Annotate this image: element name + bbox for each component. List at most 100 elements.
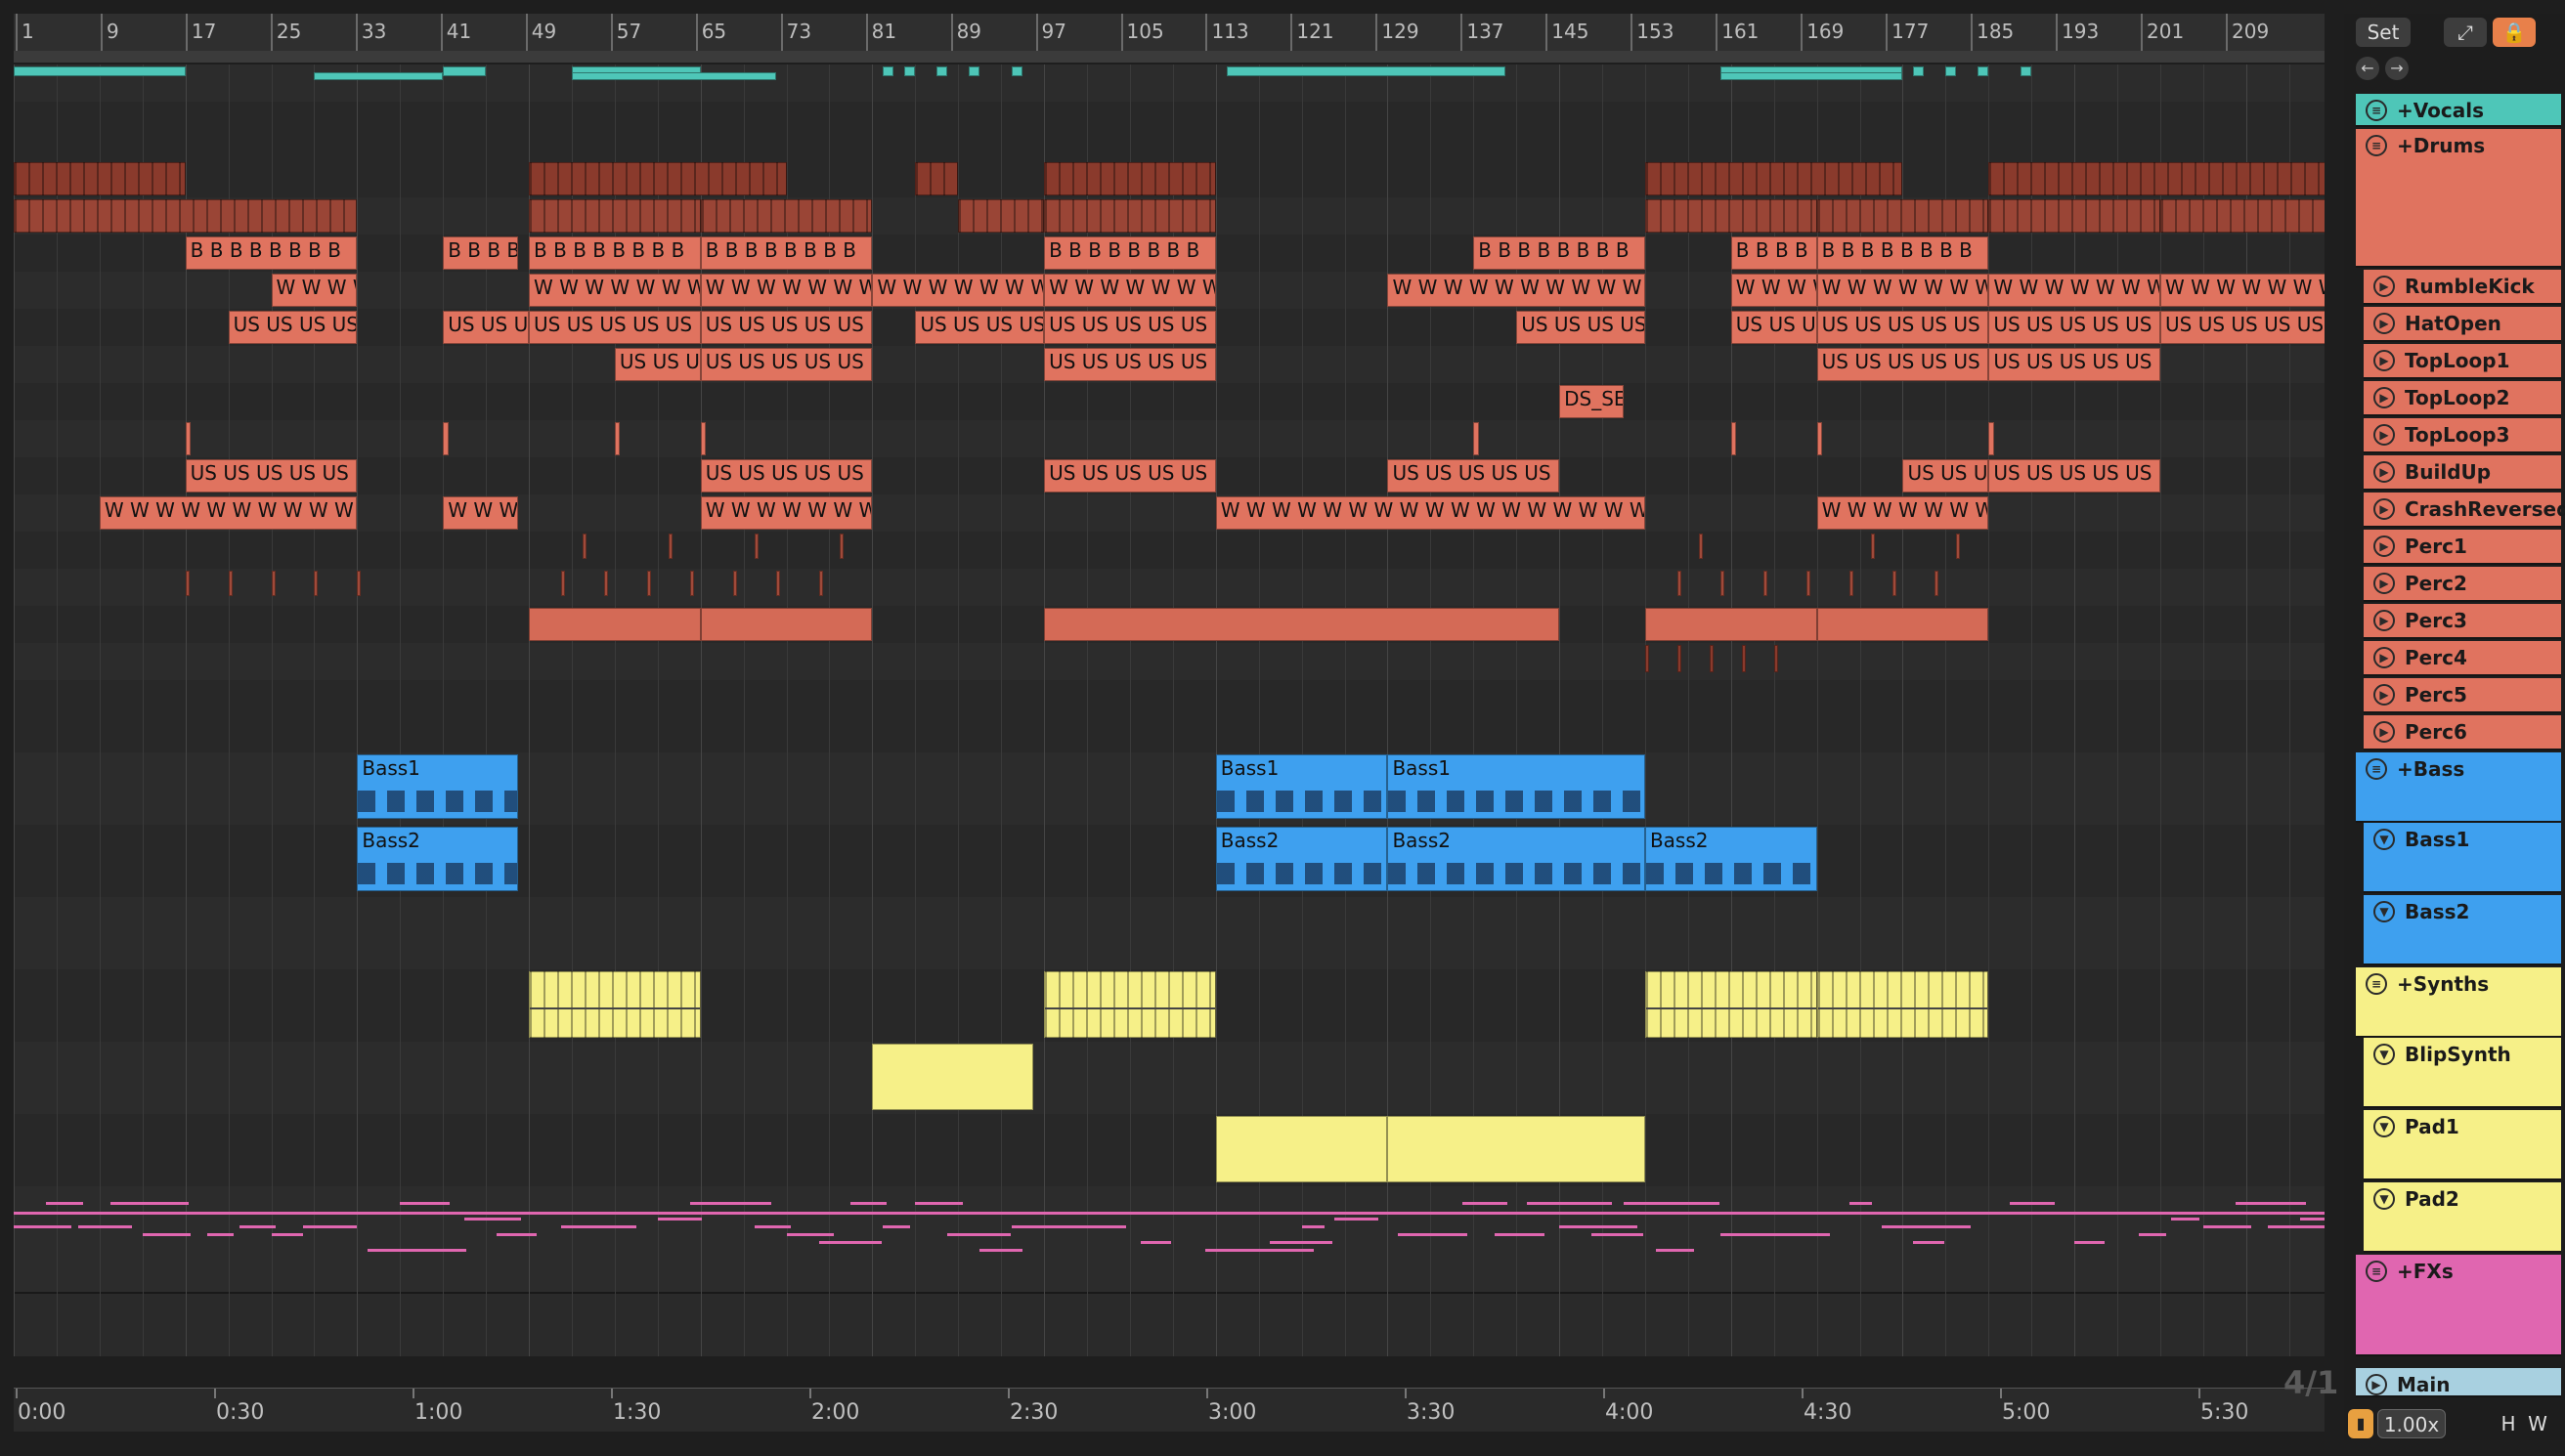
fx-automation-segment[interactable] [657,1218,702,1220]
crash-clip[interactable] [614,422,621,455]
fx-automation-segment[interactable] [1076,1225,1126,1228]
perc6-clip[interactable] [1644,645,1650,672]
perc4-clip[interactable] [1891,571,1896,596]
fx-automation-segment[interactable] [1655,1249,1695,1252]
play-icon[interactable]: ▶ [2373,721,2395,743]
fx-automation-segment[interactable] [1945,1225,1971,1228]
perc4-clip[interactable] [1762,571,1767,596]
crash-clip[interactable] [1816,422,1823,455]
vocals-clip[interactable] [1719,72,1903,80]
lock-icon[interactable]: 🔒 [2493,18,2536,47]
fx-automation-segment[interactable] [1269,1241,1332,1244]
play-icon[interactable]: ▶ [2373,350,2395,371]
midi-fold-icon[interactable]: ▼ [2373,901,2395,922]
perc3-clip[interactable] [1698,534,1703,559]
play-icon[interactable]: ▶ [2373,276,2395,297]
loop-brace[interactable] [14,51,2325,63]
toploop3-clip[interactable]: US US US [614,348,701,381]
perc4-clip[interactable] [689,571,694,596]
fx-automation-segment[interactable] [754,1225,792,1228]
perc3-clip[interactable] [754,534,759,559]
fx-automation-segment[interactable] [14,1225,71,1228]
fx-automation-segment[interactable] [1140,1241,1171,1244]
perc6-clip[interactable] [1709,645,1715,672]
bass1-clip[interactable]: Bass1 [1387,754,1645,819]
fx-automation-segment[interactable] [2010,1202,2055,1205]
fx-automation-segment[interactable] [2267,1225,2325,1228]
play-icon[interactable]: ▶ [2373,573,2395,594]
arrow-left-icon[interactable]: ← [2356,57,2379,80]
perc1-clip[interactable]: US US US [1902,459,1989,492]
perc4-clip[interactable] [1719,571,1724,596]
fx-automation-segment[interactable] [592,1225,636,1228]
perc4-clip[interactable] [732,571,737,596]
vocals-clip[interactable] [571,72,776,80]
track-lane[interactable] [14,1042,2325,1116]
play-icon[interactable]: ▶ [2366,1374,2387,1395]
fx-automation-segment[interactable] [400,1202,451,1205]
fx-automation-segment[interactable] [1462,1202,1507,1205]
midi-fold-icon[interactable]: ▼ [2373,829,2395,850]
fx-automation-segment[interactable] [2202,1225,2252,1228]
fx-automation-segment[interactable] [1559,1225,1637,1228]
fx-automation-segment[interactable] [786,1233,834,1236]
track-header[interactable]: ▶ Perc5 [2364,678,2561,713]
vocals-clip[interactable] [14,66,186,76]
vocals-clip[interactable] [2021,66,2032,76]
play-icon[interactable]: ▶ [2373,461,2395,483]
bass2-clip[interactable]: Bass2 [1215,827,1388,891]
group-fold-icon[interactable]: ≡ [2366,135,2387,156]
toploop3-clip[interactable]: US US US US US [1988,348,2160,381]
fx-automation-segment[interactable] [206,1233,234,1236]
track-header[interactable]: ▶ TopLoop2 [2364,381,2561,416]
perc4-clip[interactable] [271,571,276,596]
fx-automation-segment[interactable] [1913,1241,1944,1244]
toploop2-clip[interactable]: US US US US US [700,311,873,344]
track-lane[interactable] [14,897,2325,971]
rumblekick-clip[interactable] [1988,199,2160,233]
drums-summary-clip[interactable] [1044,162,1216,195]
bass2-clip[interactable]: Bass2 [1644,827,1817,891]
track-header[interactable]: ▼ Pad1 [2364,1110,2561,1180]
play-icon[interactable]: ▶ [2373,610,2395,631]
pad1-clip[interactable] [872,1044,1034,1110]
fx-automation-segment[interactable] [2074,1241,2106,1244]
vocals-clip[interactable] [883,66,894,76]
fx-automation-segment[interactable] [109,1202,189,1205]
rumblekick-clip[interactable] [529,199,701,233]
toploop1-clip[interactable]: W W W W W W W W [1988,274,2160,307]
perc5-clip[interactable] [700,608,873,641]
perc2-clip[interactable]: W W W W [443,496,519,530]
midi-fold-icon[interactable]: ▼ [2373,1188,2395,1210]
play-icon[interactable]: ▶ [2373,424,2395,446]
track-header[interactable]: ▶ Perc6 [2364,715,2561,750]
fx-automation-segment[interactable] [142,1233,191,1236]
bass2-clip[interactable]: Bass2 [1387,827,1645,891]
pad2-clip[interactable] [1387,1116,1645,1182]
perc1-clip[interactable]: US US US US US [1387,459,1560,492]
group-fold-icon[interactable]: ≡ [2366,973,2387,995]
fx-automation-segment[interactable] [2170,1218,2200,1220]
fx-automation-segment[interactable] [560,1225,598,1228]
perc4-clip[interactable] [357,571,362,596]
perc1-clip[interactable]: US US US US US [185,459,358,492]
fx-automation-segment[interactable] [1237,1249,1315,1252]
track-header[interactable]: ▶ Perc4 [2364,641,2561,676]
toploop1-clip[interactable]: W W W W W W W W [1816,274,1989,307]
track-header[interactable]: ≡ +Bass [2356,752,2561,823]
toploop1-clip[interactable]: W W W W W W W W [1044,274,1216,307]
toploop3-clip[interactable]: US US US US US [700,348,873,381]
pad2-clip[interactable] [1215,1116,1388,1182]
expand-icon[interactable]: ⤢ [2444,18,2487,47]
fx-automation-segment[interactable] [1591,1233,1643,1236]
vocals-clip[interactable] [1012,66,1023,76]
track-lane[interactable] [14,420,2325,459]
track-lane[interactable] [14,1114,2325,1188]
rumblekick-clip[interactable] [1044,199,1216,233]
track-header[interactable]: ▶ TopLoop1 [2364,344,2561,379]
track-lane[interactable] [14,1186,2325,1294]
toploop1-clip[interactable]: W W W W W W W W [2160,274,2325,307]
toploop2-clip[interactable]: US US US [443,311,530,344]
rumblekick-clip[interactable] [2160,199,2325,233]
perc4-clip[interactable] [185,571,190,596]
